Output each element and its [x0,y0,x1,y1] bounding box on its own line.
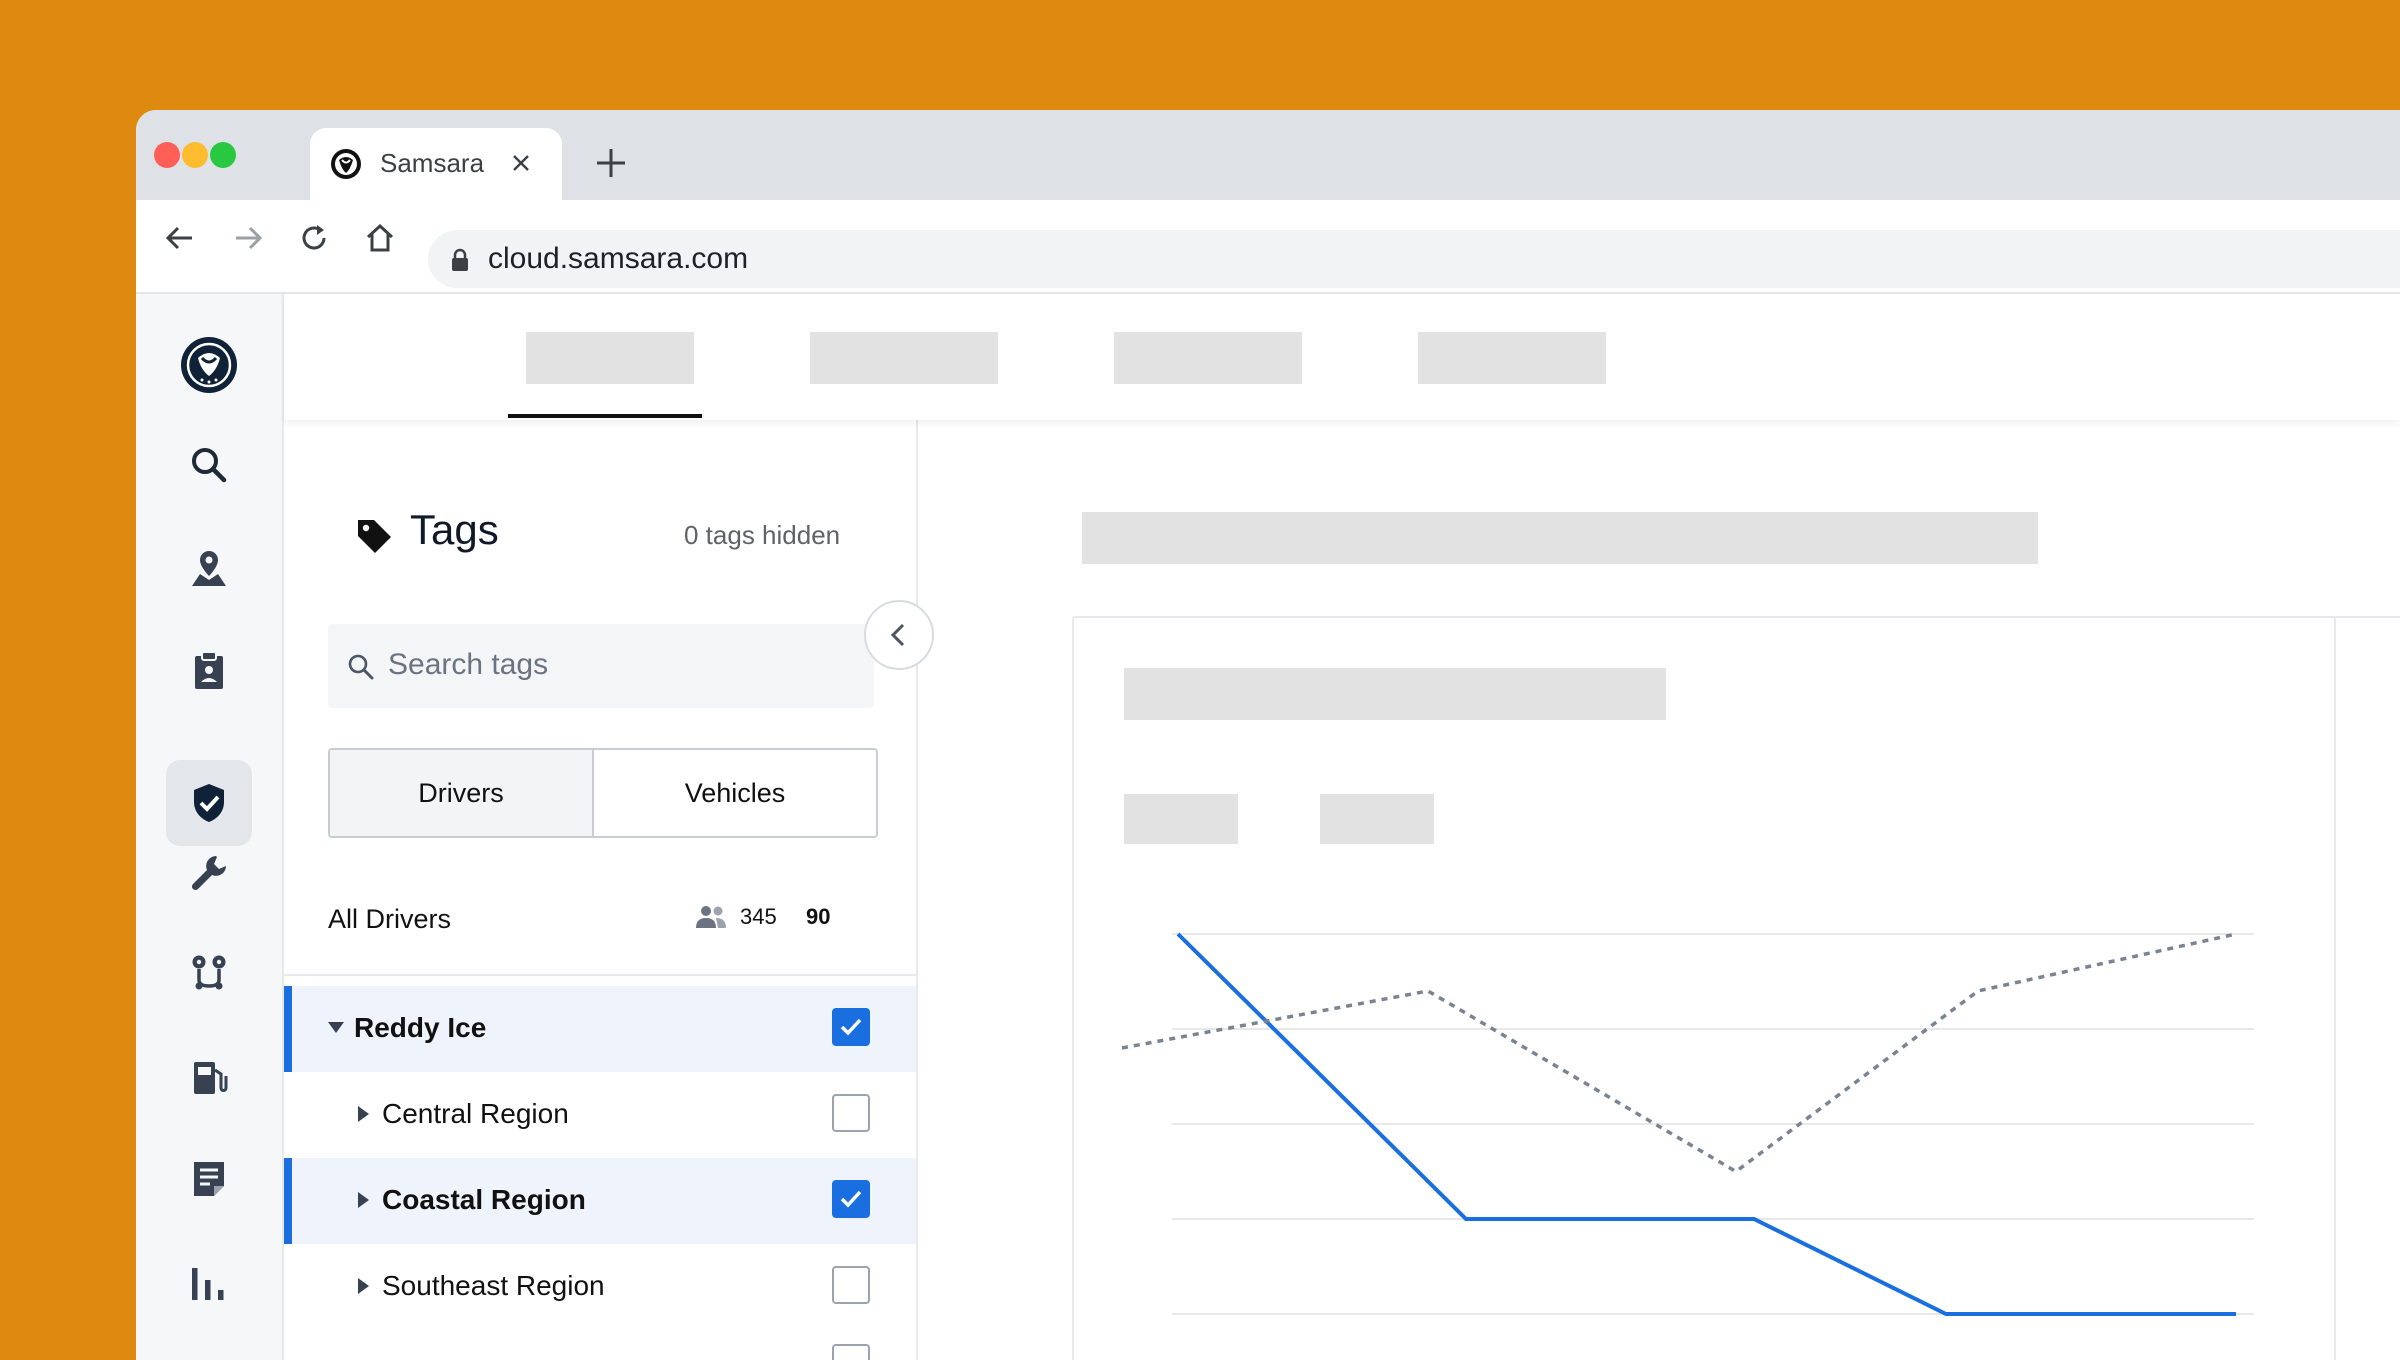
tab-placeholder-2[interactable] [810,332,998,384]
browser-window: Samsara cloud.samsara.com Tags 0 tags hi… [136,110,2400,1360]
tag-icon [358,520,391,553]
tree-row-reddy-ice[interactable]: Reddy Ice [284,986,916,1072]
tree-row-central-region[interactable]: Central Region [284,1072,916,1158]
selection-bar [284,1158,292,1244]
all-drivers-selected-count: 90 [806,904,831,929]
close-tab-icon[interactable] [510,152,532,174]
caret-down-icon[interactable] [328,1022,344,1033]
new-tab-icon[interactable] [594,146,628,180]
segmented-control: Drivers Vehicles [328,748,878,838]
samsara-favicon-icon [331,149,361,179]
shield-check-icon[interactable] [186,780,232,826]
caret-right-icon[interactable] [358,1278,369,1294]
search-icon[interactable] [186,442,232,488]
active-tab-indicator [508,414,702,418]
search-placeholder: Search tags [388,648,549,681]
chart-card [1072,616,2336,1360]
top-tabs [284,294,2400,420]
all-drivers-label[interactable]: All Drivers [328,904,451,935]
tab-title: Samsara [380,148,485,178]
legend-placeholder-1 [1124,794,1238,844]
chart-series-dashed [1121,932,2237,1174]
main-content [918,420,2400,1360]
minimize-window-button[interactable] [182,142,208,168]
bar-chart-icon[interactable] [186,1260,232,1306]
checkbox-unchecked[interactable] [832,1094,870,1132]
side-navigation [136,294,284,1360]
legend-placeholder-2 [1320,794,1434,844]
all-drivers-count: 345 [740,904,777,929]
tree-row-label: Southeast Region [382,1270,605,1301]
tree-row-southeast-region[interactable]: Southeast Region [284,1244,916,1330]
checkbox-checked[interactable] [832,1008,870,1046]
title-placeholder [1082,512,2038,564]
tree-row-label: Central Region [382,1098,569,1129]
samsara-logo-icon[interactable] [180,336,238,394]
home-icon[interactable] [362,220,398,256]
tags-title: Tags [410,506,499,553]
url-text: cloud.samsara.com [488,242,749,275]
back-icon[interactable] [162,220,198,256]
divider [284,974,916,976]
tab-placeholder-3[interactable] [1114,332,1302,384]
selection-bar [284,986,292,1072]
tags-panel: Tags 0 tags hidden Search tags Drivers V… [284,420,918,1360]
search-icon [348,654,374,680]
search-tags-input[interactable]: Search tags [328,624,874,708]
check-icon [840,1018,862,1036]
fuel-icon[interactable] [186,1054,232,1100]
tree-row-coastal-region[interactable]: Coastal Region [284,1158,916,1244]
vehicles-segment-button[interactable]: Vehicles [594,750,876,836]
card-title-placeholder [1124,668,1666,720]
address-bar[interactable]: cloud.samsara.com [428,230,2400,288]
collapse-panel-button[interactable] [864,600,934,670]
map-pin-icon[interactable] [186,546,232,592]
checkbox-unchecked[interactable] [832,1266,870,1304]
secondary-card [2332,616,2400,1360]
lock-icon [452,248,468,271]
drivers-segment-button[interactable]: Drivers [330,750,594,836]
people-icon [696,906,726,928]
caret-right-icon[interactable] [358,1192,369,1208]
checkbox-unchecked[interactable] [832,1344,870,1360]
checkbox-checked[interactable] [832,1180,870,1218]
route-icon[interactable] [186,950,232,996]
tab-strip: Samsara [136,110,2400,200]
reload-icon[interactable] [296,220,332,256]
forward-icon[interactable] [230,220,266,256]
browser-tab[interactable]: Samsara [310,128,562,200]
tab-placeholder-1[interactable] [526,332,694,384]
check-icon [840,1190,862,1208]
tree-row-label: Reddy Ice [354,1012,487,1043]
close-window-button[interactable] [154,142,180,168]
wrench-icon[interactable] [186,850,232,896]
samsara-app: Tags 0 tags hidden Search tags Drivers V… [136,294,2400,1360]
tree-row-label: Coastal Region [382,1184,586,1215]
tab-placeholder-4[interactable] [1418,332,1606,384]
document-icon[interactable] [186,1156,232,1202]
maximize-window-button[interactable] [210,142,236,168]
caret-right-icon[interactable] [358,1106,369,1122]
clipboard-icon[interactable] [186,648,232,694]
tags-hidden-count: 0 tags hidden [684,520,841,550]
chevron-left-icon [890,623,905,647]
line-chart [1121,932,2254,1316]
